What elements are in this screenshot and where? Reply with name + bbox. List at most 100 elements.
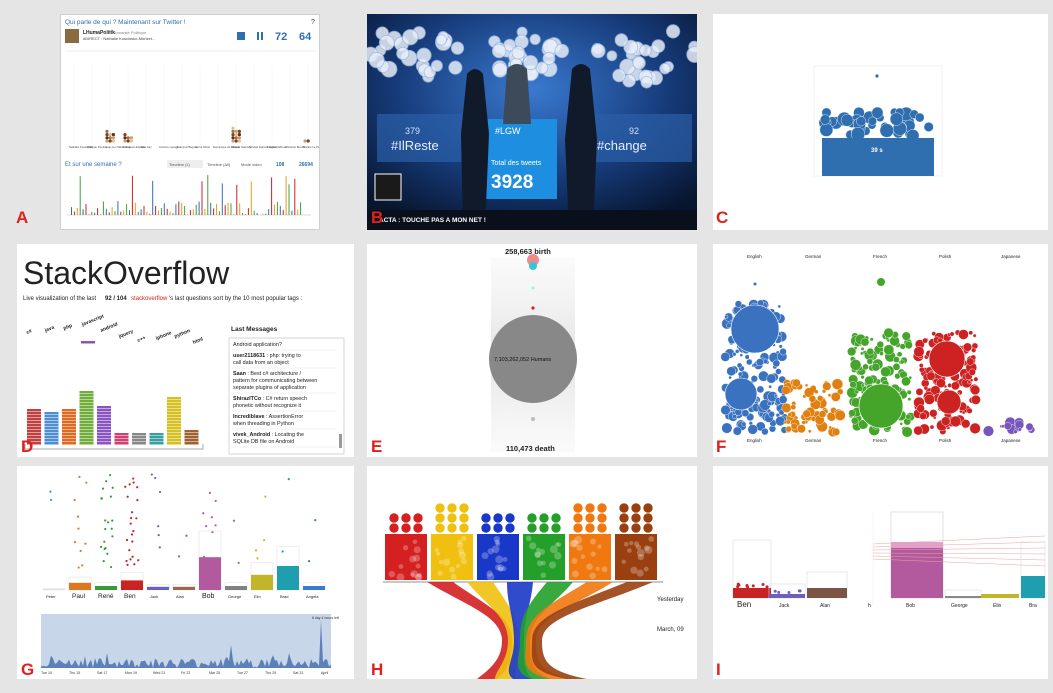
- question-brick: [79, 442, 94, 445]
- tag-label: php: [63, 323, 74, 332]
- help-icon[interactable]: ?: [311, 19, 315, 26]
- panel-c: 39 s: [713, 14, 1048, 230]
- stat-count-2: 64: [299, 31, 312, 43]
- post-bubble: [777, 304, 782, 309]
- subtitle-pre: Live visualization of the last: [23, 296, 96, 302]
- candy-highlight: [595, 566, 600, 571]
- tweet-dot: [157, 525, 160, 528]
- jack-dot: [787, 590, 791, 594]
- timeline-bar: [288, 184, 290, 215]
- candy-token: [630, 512, 642, 524]
- tab-mode-video[interactable]: Mode video: [241, 162, 262, 167]
- question-brick: [167, 418, 181, 421]
- post-bubble: [720, 352, 731, 362]
- question-brick: [132, 439, 146, 442]
- question-brick: [62, 439, 76, 442]
- tweet-dot: [111, 519, 114, 522]
- jack-dot: [773, 589, 777, 593]
- question-brick: [79, 415, 94, 418]
- tweet-dot: [102, 559, 105, 563]
- language-bubbles: [720, 278, 1036, 438]
- timeline-bar: [160, 208, 162, 215]
- question-brick: [79, 418, 94, 421]
- tweet-bubble: [914, 112, 925, 123]
- tweet-dot: [208, 491, 211, 494]
- timeline-bar: [262, 213, 264, 215]
- timeline-bar: [242, 212, 244, 215]
- candy-token: [584, 502, 596, 514]
- post-bubble: [818, 410, 827, 419]
- post-bubble: [967, 380, 972, 385]
- post-bubble: [755, 358, 764, 367]
- post-bubble: [775, 416, 786, 427]
- george-bar: [945, 596, 981, 598]
- language-label: French: [873, 254, 888, 259]
- avatar-dot: [234, 136, 238, 140]
- person-name: Bob: [202, 593, 215, 600]
- ben-dot: [736, 582, 740, 586]
- timeline-bar: [207, 175, 209, 215]
- post-bubble: [849, 381, 857, 389]
- candy-token: [618, 502, 630, 514]
- post-bubble: [907, 397, 912, 402]
- avatar-dot: [111, 136, 115, 140]
- candy-highlight: [548, 561, 557, 569]
- candy-highlight: [601, 566, 608, 573]
- tweet-dot: [264, 495, 267, 498]
- timeline-bar: [253, 210, 255, 215]
- post-bubble: [913, 425, 923, 436]
- brad-bar: [1021, 576, 1045, 598]
- timeline-bar: [158, 210, 159, 215]
- avatar-dot: [234, 139, 238, 143]
- question-brick: [97, 433, 111, 436]
- candy-highlight: [540, 572, 547, 578]
- post-bubble: [972, 333, 977, 338]
- candy-highlight: [576, 544, 583, 551]
- person-bar: [95, 586, 117, 590]
- post-bubble: [924, 394, 935, 405]
- post-bubble: [951, 381, 960, 391]
- date-label: March, 09: [657, 627, 684, 633]
- messages-scrollbar[interactable]: [339, 434, 342, 448]
- timeline-bar: [276, 201, 278, 215]
- question-brick: [184, 433, 199, 436]
- tweet-dot: [73, 541, 77, 544]
- timer-bar: [822, 138, 934, 176]
- avatar-dot: [111, 139, 115, 143]
- tweet-dot: [73, 498, 76, 502]
- question-brick: [79, 430, 94, 433]
- post-bubble: [797, 424, 806, 434]
- candy-token: [550, 522, 562, 534]
- timeline-bar: [149, 213, 151, 215]
- timeline-bar: [265, 213, 267, 215]
- tweet-dot: [106, 521, 110, 524]
- panel-f-canvas: English German French Polish Japanese Englis…: [720, 254, 1036, 443]
- stackoverflow-link[interactable]: stackoverflow: [131, 296, 168, 302]
- person-name: Angela: [306, 594, 319, 599]
- hashtag-bubble: [659, 62, 671, 75]
- candidate-name: Hervé Morin: [195, 145, 211, 149]
- timeline-bar: [94, 212, 96, 215]
- post-bubble: [808, 395, 817, 403]
- candy-token: [618, 522, 630, 534]
- elin-bar: [981, 594, 1019, 598]
- post-bubble: [929, 409, 938, 418]
- timeline-bar: [85, 204, 87, 215]
- question-brick: [79, 424, 94, 427]
- post-bubble: [922, 337, 928, 344]
- post-bubble: [778, 344, 783, 349]
- post-bubble: [971, 347, 977, 353]
- post-bubble: [880, 366, 891, 377]
- candy-highlight: [589, 572, 596, 579]
- person-bar: [303, 586, 325, 590]
- person-bar: [173, 586, 195, 590]
- pause-button[interactable]: [257, 32, 259, 40]
- post-bubble: [732, 414, 737, 420]
- panel-label-f: F: [716, 437, 727, 456]
- hashtag-bubble: [651, 39, 666, 54]
- tab-timeline-all[interactable]: Timeline (All): [207, 162, 231, 167]
- post-bubble: [747, 424, 758, 435]
- play-button[interactable]: [237, 32, 245, 40]
- timeline-bar: [114, 211, 116, 215]
- candy-highlight: [580, 554, 586, 559]
